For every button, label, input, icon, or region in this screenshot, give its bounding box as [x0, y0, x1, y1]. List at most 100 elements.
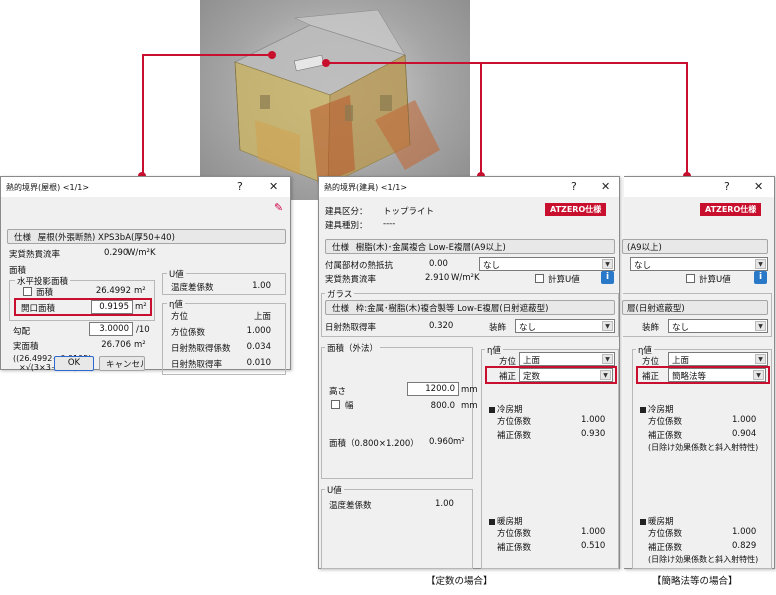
- roof-spec-button[interactable]: 仕様 屋根(外張断熱) XPS3bA(厚50+40): [7, 229, 286, 244]
- close-button[interactable]: ✕: [754, 180, 763, 193]
- dialog-title: 熱的境界(建具) <1/1>: [324, 183, 408, 192]
- info-icon[interactable]: i: [754, 271, 767, 284]
- help-button[interactable]: ?: [571, 180, 577, 193]
- deco-label: 装飾: [489, 323, 507, 333]
- chevron-down-icon: ▼: [602, 259, 613, 269]
- opening-area-input[interactable]: 0.9195: [91, 300, 133, 314]
- roof-dialog: 熱的境界(屋根) <1/1> ? ✕ ✎ 仕様 屋根(外張断熱) XPS3bA(…: [0, 176, 291, 375]
- solar-coef-label: 日射熱取得係数: [171, 344, 231, 354]
- chevron-down-icon: ▼: [600, 370, 611, 380]
- u-unit: W/m²K: [127, 248, 156, 258]
- correction-select[interactable]: 定数 ▼: [519, 368, 613, 382]
- height-input[interactable]: 1200.0: [407, 382, 459, 396]
- dialog-title: 熱的境界(屋根) <1/1>: [6, 183, 90, 192]
- glass-spec-button[interactable]: 層(日射遮蔽型): [622, 300, 768, 315]
- area-unit: m²: [453, 437, 465, 447]
- spec-value: 樹脂(木)･金属複合 Low-E複層(A9以上): [355, 243, 506, 253]
- height-label: 高さ: [329, 387, 347, 397]
- area-unit: m²: [134, 286, 146, 296]
- slope-input[interactable]: 3.0000: [89, 322, 133, 336]
- temp-diff-value: 1.00: [435, 499, 454, 509]
- width-label: 幅: [345, 401, 354, 411]
- chevron-down-icon: ▼: [755, 259, 766, 269]
- close-button[interactable]: ✕: [269, 180, 278, 193]
- cooling-corr-coef-value: 0.930: [581, 429, 606, 439]
- spec-label: 仕様: [332, 243, 350, 253]
- temp-diff-value: 1.00: [252, 281, 271, 291]
- cooling-label: 冷房期: [640, 403, 674, 415]
- calc-u-checkbox[interactable]: [686, 274, 695, 283]
- atzero-spec-tag: ATZERO仕様: [545, 203, 607, 216]
- u-unit: W/m²K: [451, 273, 480, 283]
- heating-note: (日除け効果係数と斜入射特性): [648, 555, 759, 564]
- info-icon[interactable]: i: [601, 271, 614, 284]
- area-label: 面積: [36, 288, 54, 298]
- width-checkbox[interactable]: [331, 400, 340, 409]
- outer-area-group: [321, 347, 473, 479]
- connector-dot: [322, 59, 330, 67]
- cooling-note: (日除け効果係数と斜入射特性): [648, 443, 759, 452]
- help-button[interactable]: ?: [237, 180, 243, 193]
- outer-area-label: 面積（外法）: [325, 342, 381, 354]
- cooling-label: 冷房期: [489, 403, 523, 415]
- connector-line: [142, 54, 274, 56]
- area-value: 0.960: [429, 437, 454, 447]
- close-button[interactable]: ✕: [601, 180, 610, 193]
- connector-line: [142, 54, 144, 176]
- chevron-down-icon: ▼: [755, 321, 766, 331]
- deco-label: 装飾: [642, 323, 660, 333]
- deco-select[interactable]: なし ▼: [515, 319, 615, 333]
- calc-u-label: 計算U値: [699, 275, 731, 285]
- edit-pen-icon[interactable]: ✎: [274, 201, 283, 214]
- heating-dir-coef-label: 方位係数: [648, 529, 683, 539]
- help-button[interactable]: ?: [724, 180, 730, 193]
- direction-select[interactable]: 上面 ▼: [668, 352, 768, 366]
- attach-value: 0.00: [429, 259, 448, 269]
- title-bar: ? ✕: [624, 177, 774, 197]
- u-value: 2.910: [425, 273, 450, 283]
- building-model-view: [200, 0, 470, 200]
- attach-label: 付属部材の熱抵抗: [325, 261, 394, 271]
- window-spec-button[interactable]: (A9以上): [622, 239, 768, 254]
- calc-u-label: 計算U値: [548, 275, 580, 285]
- correction-select[interactable]: 簡略法等 ▼: [668, 368, 766, 382]
- direction-label: 方位: [171, 312, 189, 322]
- direction-coef-label: 方位係数: [171, 328, 206, 338]
- window-dialog: 熱的境界(建具) <1/1> ? ✕ ATZERO仕様 建具区分： トップライト…: [318, 176, 620, 569]
- solar-rate-label: 日射熱取得率: [325, 323, 377, 333]
- area-checkbox[interactable]: [23, 287, 32, 296]
- opening-area-unit: m²: [135, 302, 147, 312]
- window-spec-button[interactable]: 仕様 樹脂(木)･金属複合 Low-E複層(A9以上): [325, 239, 615, 254]
- deco-select[interactable]: なし ▼: [668, 319, 768, 333]
- opening-area-label: 開口面積: [21, 304, 56, 314]
- attach-select[interactable]: なし ▼: [630, 257, 768, 271]
- u-group-label: U値: [325, 484, 344, 496]
- calc-u-checkbox[interactable]: [535, 274, 544, 283]
- solar-rate-value: 0.320: [429, 321, 454, 331]
- spec-value: 屋根(外張断熱) XPS3bA(厚50+40): [37, 233, 175, 243]
- glass-group-label: ガラス: [325, 288, 355, 300]
- title-bar: 熱的境界(建具) <1/1> ? ✕: [319, 177, 619, 197]
- direction-select[interactable]: 上面 ▼: [519, 352, 615, 366]
- title-bar: 熱的境界(屋根) <1/1> ? ✕: [1, 177, 290, 197]
- direction-coef-value: 1.000: [246, 326, 271, 336]
- heating-corr-coef-label: 補正係数: [497, 543, 532, 553]
- cooling-corr-coef-label: 補正係数: [648, 431, 683, 441]
- solar-rate-label: 日射熱取得率: [171, 360, 223, 370]
- heating-label: 暖房期: [489, 515, 523, 527]
- glass-spec-button[interactable]: 仕様 枠:金属･樹脂(木)複合製等 Low-E複層(日射遮蔽型): [325, 300, 615, 315]
- connector-dot: [268, 51, 276, 59]
- glass-spec-value: 枠:金属･樹脂(木)複合製等 Low-E複層(日射遮蔽型): [355, 304, 549, 314]
- window-dialog-partial: ? ✕ ATZERO仕様 (A9以上) なし ▼ 計算U値 i 層(日射遮蔽型) …: [622, 176, 775, 569]
- heating-corr-coef-value: 0.829: [732, 541, 757, 551]
- area-value: 26.4992: [95, 286, 131, 296]
- cooling-dir-coef-label: 方位係数: [497, 417, 532, 427]
- u-label: 実質熱貫流率: [325, 275, 377, 285]
- spec-label: 仕様: [14, 233, 32, 243]
- attach-select[interactable]: なし ▼: [479, 257, 615, 271]
- correction-label: 補正: [499, 372, 517, 382]
- cooling-dir-coef-value: 1.000: [581, 415, 606, 425]
- cancel-button[interactable]: キャンセル: [99, 356, 145, 371]
- ok-button[interactable]: OK: [54, 356, 94, 371]
- chevron-down-icon: ▼: [602, 321, 613, 331]
